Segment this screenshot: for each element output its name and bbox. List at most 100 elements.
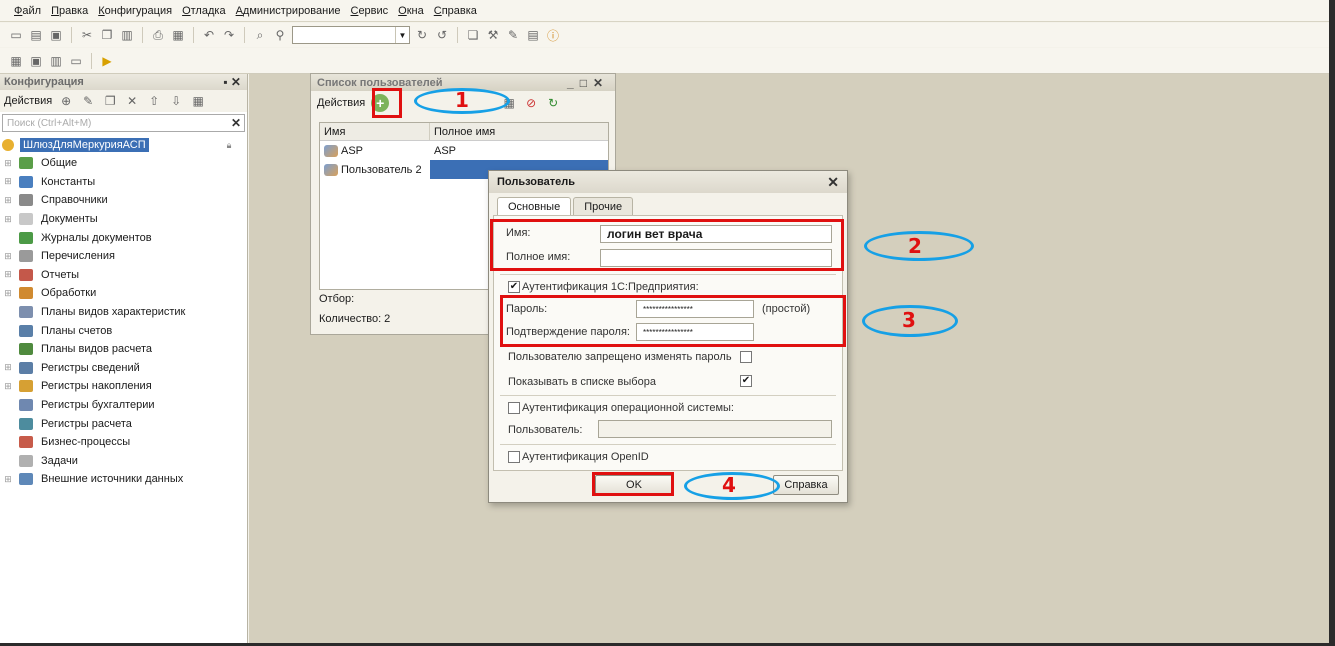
tree-item[interactable]: Планы счетов — [0, 321, 247, 340]
properties-icon[interactable]: ▦ — [190, 93, 206, 109]
users-actions-menu[interactable]: Действия — [317, 97, 365, 109]
move-up-icon[interactable]: ⇧ — [146, 93, 162, 109]
auth-1c-checkbox[interactable]: ✔ — [508, 281, 520, 293]
expand-icon[interactable]: ⊞ — [3, 158, 13, 169]
tree-item[interactable]: ⊞ Обработки — [0, 284, 247, 303]
open-file-icon[interactable]: ▤ — [28, 27, 44, 43]
tree-item[interactable]: ⊞ Общие — [0, 154, 247, 173]
openid-checkbox[interactable] — [508, 451, 520, 463]
delete-icon[interactable]: ✕ — [124, 93, 140, 109]
tree-root-label[interactable]: ШлюзДляМеркурияАСП — [20, 138, 149, 152]
toolbar-separator — [91, 52, 92, 69]
close-icon[interactable]: ✕ — [827, 174, 839, 191]
tree-item[interactable]: Планы видов расчета — [0, 340, 247, 359]
column-header-fullname[interactable]: Полное имя — [430, 123, 608, 140]
tree-item[interactable]: Журналы документов — [0, 228, 247, 247]
annotation-number-4: 4 — [722, 473, 736, 497]
user-dialog-titlebar: Пользователь ✕ — [489, 171, 847, 193]
actions-menu[interactable]: Действия — [4, 95, 52, 107]
info-icon[interactable]: ⓘ — [545, 27, 561, 43]
expand-icon[interactable]: ⊞ — [3, 251, 13, 262]
window-icon[interactable]: ▭ — [68, 53, 84, 69]
refresh-icon[interactable]: ↻ — [545, 95, 561, 111]
save-icon[interactable]: ▣ — [48, 27, 64, 43]
menu-edit[interactable]: Правка — [51, 5, 88, 17]
tree-item-label: Регистры расчета — [41, 417, 132, 430]
clear-search-icon[interactable]: ✕ — [231, 116, 241, 130]
tree-root[interactable]: ШлюзДляМеркурияАСП 🔒︎ — [0, 136, 247, 154]
cut-icon[interactable]: ✂ — [79, 27, 95, 43]
show-in-list-checkbox[interactable]: ✔ — [740, 375, 752, 387]
redo-icon[interactable]: ↷ — [221, 27, 237, 43]
menu-windows[interactable]: Окна — [398, 5, 424, 17]
edit-icon[interactable]: ✎ — [80, 93, 96, 109]
tree-item[interactable]: ⊞ Регистры сведений — [0, 359, 247, 378]
print-icon[interactable]: ⎙ — [150, 27, 166, 43]
copy-icon[interactable]: ❐ — [99, 27, 115, 43]
expand-icon[interactable]: ⊞ — [3, 214, 13, 225]
windows-icon[interactable]: ❏ — [465, 27, 481, 43]
db-config-icon[interactable]: ▣ — [28, 53, 44, 69]
add-icon[interactable]: ⊕ — [58, 93, 74, 109]
column-header-name[interactable]: Имя — [320, 123, 430, 140]
tree-item[interactable]: ⊞ Отчеты — [0, 266, 247, 285]
tree-item[interactable]: ⊞ Документы — [0, 210, 247, 229]
tree-item-label: Бизнес-процессы — [41, 436, 131, 449]
tree-item-label: Обработки — [41, 287, 97, 300]
tree-item[interactable]: ⊞ Регистры накопления — [0, 377, 247, 396]
tree-item[interactable]: Планы видов характеристик — [0, 303, 247, 322]
config-search-input[interactable]: Поиск (Ctrl+Alt+M) ✕ — [2, 114, 245, 132]
search-combo[interactable]: ▼ — [292, 26, 410, 44]
syntax-helper-icon[interactable]: ✎ — [505, 27, 521, 43]
clear-filter-icon[interactable]: ⊘ — [523, 95, 539, 111]
copy-icon[interactable]: ❐ — [102, 93, 118, 109]
os-user-field[interactable] — [598, 420, 832, 438]
table-row[interactable]: ASP ASP — [320, 141, 608, 160]
tab-other[interactable]: Прочие — [573, 197, 634, 215]
find-prev-icon[interactable]: ↺ — [434, 27, 450, 43]
tab-main[interactable]: Основные — [497, 197, 572, 215]
help-button[interactable]: Справка — [773, 475, 839, 495]
tree-item[interactable]: Регистры бухгалтерии — [0, 396, 247, 415]
config-icon[interactable]: ▦ — [8, 53, 24, 69]
expand-icon[interactable]: ⊞ — [3, 381, 13, 392]
search-icon[interactable]: ⚲ — [272, 27, 288, 43]
tree-item[interactable]: ⊞ Справочники — [0, 191, 247, 210]
tree-item[interactable]: Задачи — [0, 452, 247, 471]
expand-icon[interactable]: ⊞ — [3, 195, 13, 206]
tree-item[interactable]: ⊞ Константы — [0, 173, 247, 192]
expand-icon[interactable]: ⊞ — [3, 269, 13, 280]
annotation-number-2: 2 — [908, 234, 922, 258]
chevron-down-icon[interactable]: ▼ — [395, 27, 409, 43]
expand-icon[interactable]: ⊞ — [3, 362, 13, 373]
menu-configuration[interactable]: Конфигурация — [98, 5, 172, 17]
window-controls[interactable]: _□✕ — [567, 76, 609, 90]
menu-administration[interactable]: Администрирование — [236, 5, 341, 17]
menu-service[interactable]: Сервис — [350, 5, 388, 17]
menu-file[interactable]: Файл — [14, 5, 41, 17]
find-next-icon[interactable]: ↻ — [414, 27, 430, 43]
tree-item[interactable]: Регистры расчета — [0, 414, 247, 433]
preview-icon[interactable]: ▦ — [170, 27, 186, 43]
find-in-icon[interactable]: ⌕ — [252, 27, 268, 43]
update-db-icon[interactable]: ▥ — [48, 53, 64, 69]
os-auth-checkbox[interactable] — [508, 402, 520, 414]
paste-icon[interactable]: ▥ — [119, 27, 135, 43]
deny-change-checkbox[interactable] — [740, 351, 752, 363]
menu-debug[interactable]: Отладка — [182, 5, 226, 17]
tree-item[interactable]: ⊞ Перечисления — [0, 247, 247, 266]
tree-item[interactable]: Бизнес-процессы — [0, 433, 247, 452]
run-debug-icon[interactable]: ▶ — [99, 53, 115, 69]
undo-icon[interactable]: ↶ — [201, 27, 217, 43]
expand-icon[interactable]: ⊞ — [3, 288, 13, 299]
notes-icon[interactable]: ▤ — [525, 27, 541, 43]
tree-item-label: Внешние источники данных — [41, 473, 184, 486]
panel-controls[interactable]: ▪ ✕ — [223, 75, 241, 89]
new-file-icon[interactable]: ▭ — [8, 27, 24, 43]
menu-help[interactable]: Справка — [434, 5, 477, 17]
expand-icon[interactable]: ⊞ — [3, 176, 13, 187]
tools-icon[interactable]: ⚒ — [485, 27, 501, 43]
move-down-icon[interactable]: ⇩ — [168, 93, 184, 109]
expand-icon[interactable]: ⊞ — [3, 474, 13, 485]
tree-item[interactable]: ⊞ Внешние источники данных — [0, 470, 247, 489]
